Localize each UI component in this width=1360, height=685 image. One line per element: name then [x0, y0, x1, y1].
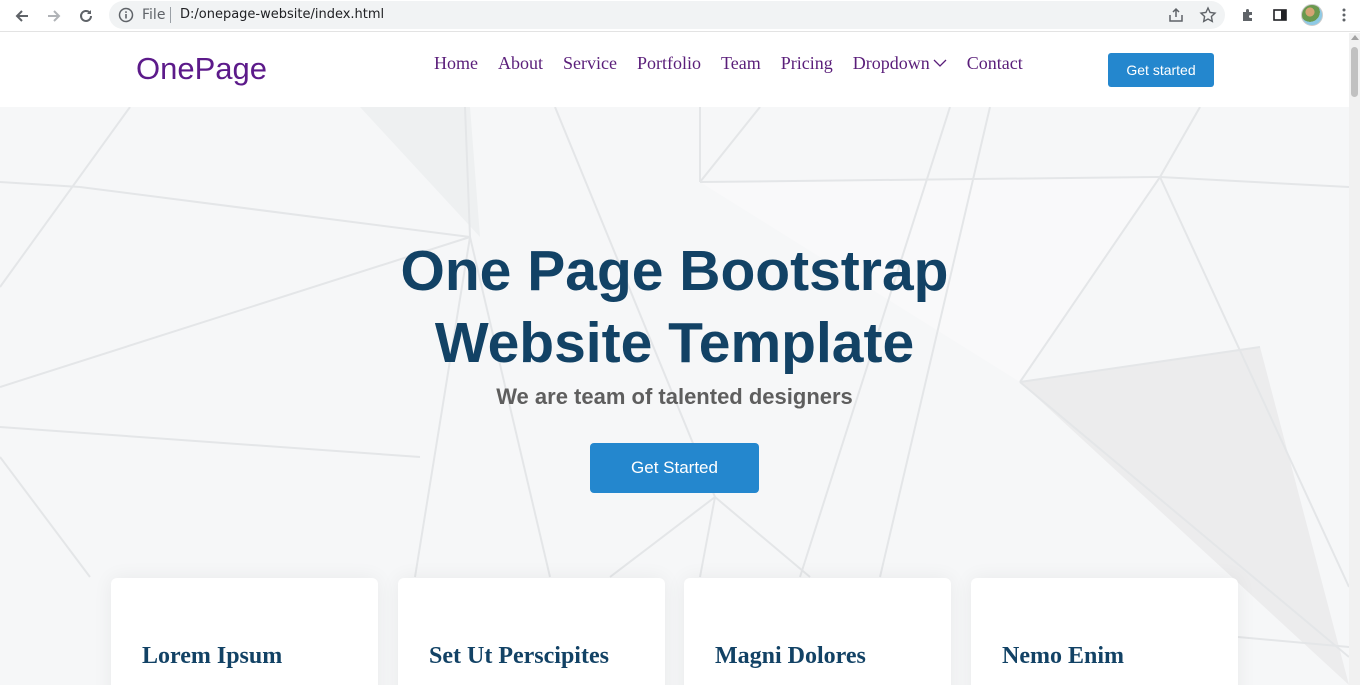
more-menu-icon[interactable] [1333, 4, 1355, 26]
nav-item-pricing[interactable]: Pricing [781, 53, 833, 74]
main-nav: Home About Service Portfolio Team Pricin… [434, 53, 1023, 74]
scheme-label: File [142, 7, 166, 23]
nav-item-label: Dropdown [852, 53, 930, 73]
site-logo[interactable]: OnePage [136, 51, 267, 87]
hero-title: One Page Bootstrap Website Template [0, 235, 1349, 379]
card-title[interactable]: Nemo Enim [1002, 643, 1124, 670]
card-title[interactable]: Lorem Ipsum [142, 643, 282, 670]
url-text[interactable]: D:/onepage-website/index.html [180, 7, 384, 22]
nav-item-team[interactable]: Team [721, 53, 761, 74]
nav-item-portfolio[interactable]: Portfolio [637, 53, 701, 74]
site-header: OnePage Home About Service Portfolio Tea… [0, 33, 1349, 107]
chevron-down-icon [933, 52, 947, 73]
hero-get-started-button[interactable]: Get Started [590, 443, 759, 493]
scrollbar-thumb[interactable] [1351, 47, 1358, 97]
icon-box-card: Nemo Enim [971, 578, 1238, 685]
share-icon[interactable] [1167, 6, 1185, 24]
nav-item-about[interactable]: About [498, 53, 543, 74]
scroll-up-arrow-icon[interactable] [1351, 35, 1359, 40]
divider [170, 7, 171, 23]
nav-item-contact[interactable]: Contact [967, 53, 1023, 74]
forward-arrow-icon[interactable] [42, 4, 66, 28]
back-arrow-icon[interactable] [10, 4, 34, 28]
get-started-button[interactable]: Get started [1108, 53, 1214, 87]
extensions-puzzle-icon[interactable] [1237, 4, 1259, 26]
browser-toolbar: File D:/onepage-website/index.html [0, 0, 1360, 32]
nav-item-home[interactable]: Home [434, 53, 478, 74]
reload-icon[interactable] [74, 4, 98, 28]
side-panel-icon[interactable] [1269, 4, 1291, 26]
hero-title-line: Website Template [434, 311, 915, 375]
card-title[interactable]: Set Ut Perscipites [429, 643, 609, 670]
nav-item-dropdown[interactable]: Dropdown [853, 53, 947, 74]
icon-box-card: Lorem Ipsum [111, 578, 378, 685]
info-icon[interactable] [118, 7, 134, 23]
hero-section: One Page Bootstrap Website Template We a… [0, 107, 1349, 685]
address-bar[interactable]: File D:/onepage-website/index.html [109, 1, 1225, 29]
card-title[interactable]: Magni Dolores [715, 643, 866, 670]
hero-title-line: One Page Bootstrap [400, 239, 949, 303]
icon-box-card: Magni Dolores [684, 578, 951, 685]
page-scrollbar[interactable] [1349, 33, 1360, 685]
bookmark-star-icon[interactable] [1199, 6, 1217, 24]
icon-box-card: Set Ut Perscipites [398, 578, 665, 685]
profile-avatar[interactable] [1301, 4, 1323, 26]
hero-subtitle: We are team of talented designers [496, 384, 853, 409]
nav-item-service[interactable]: Service [563, 53, 617, 74]
